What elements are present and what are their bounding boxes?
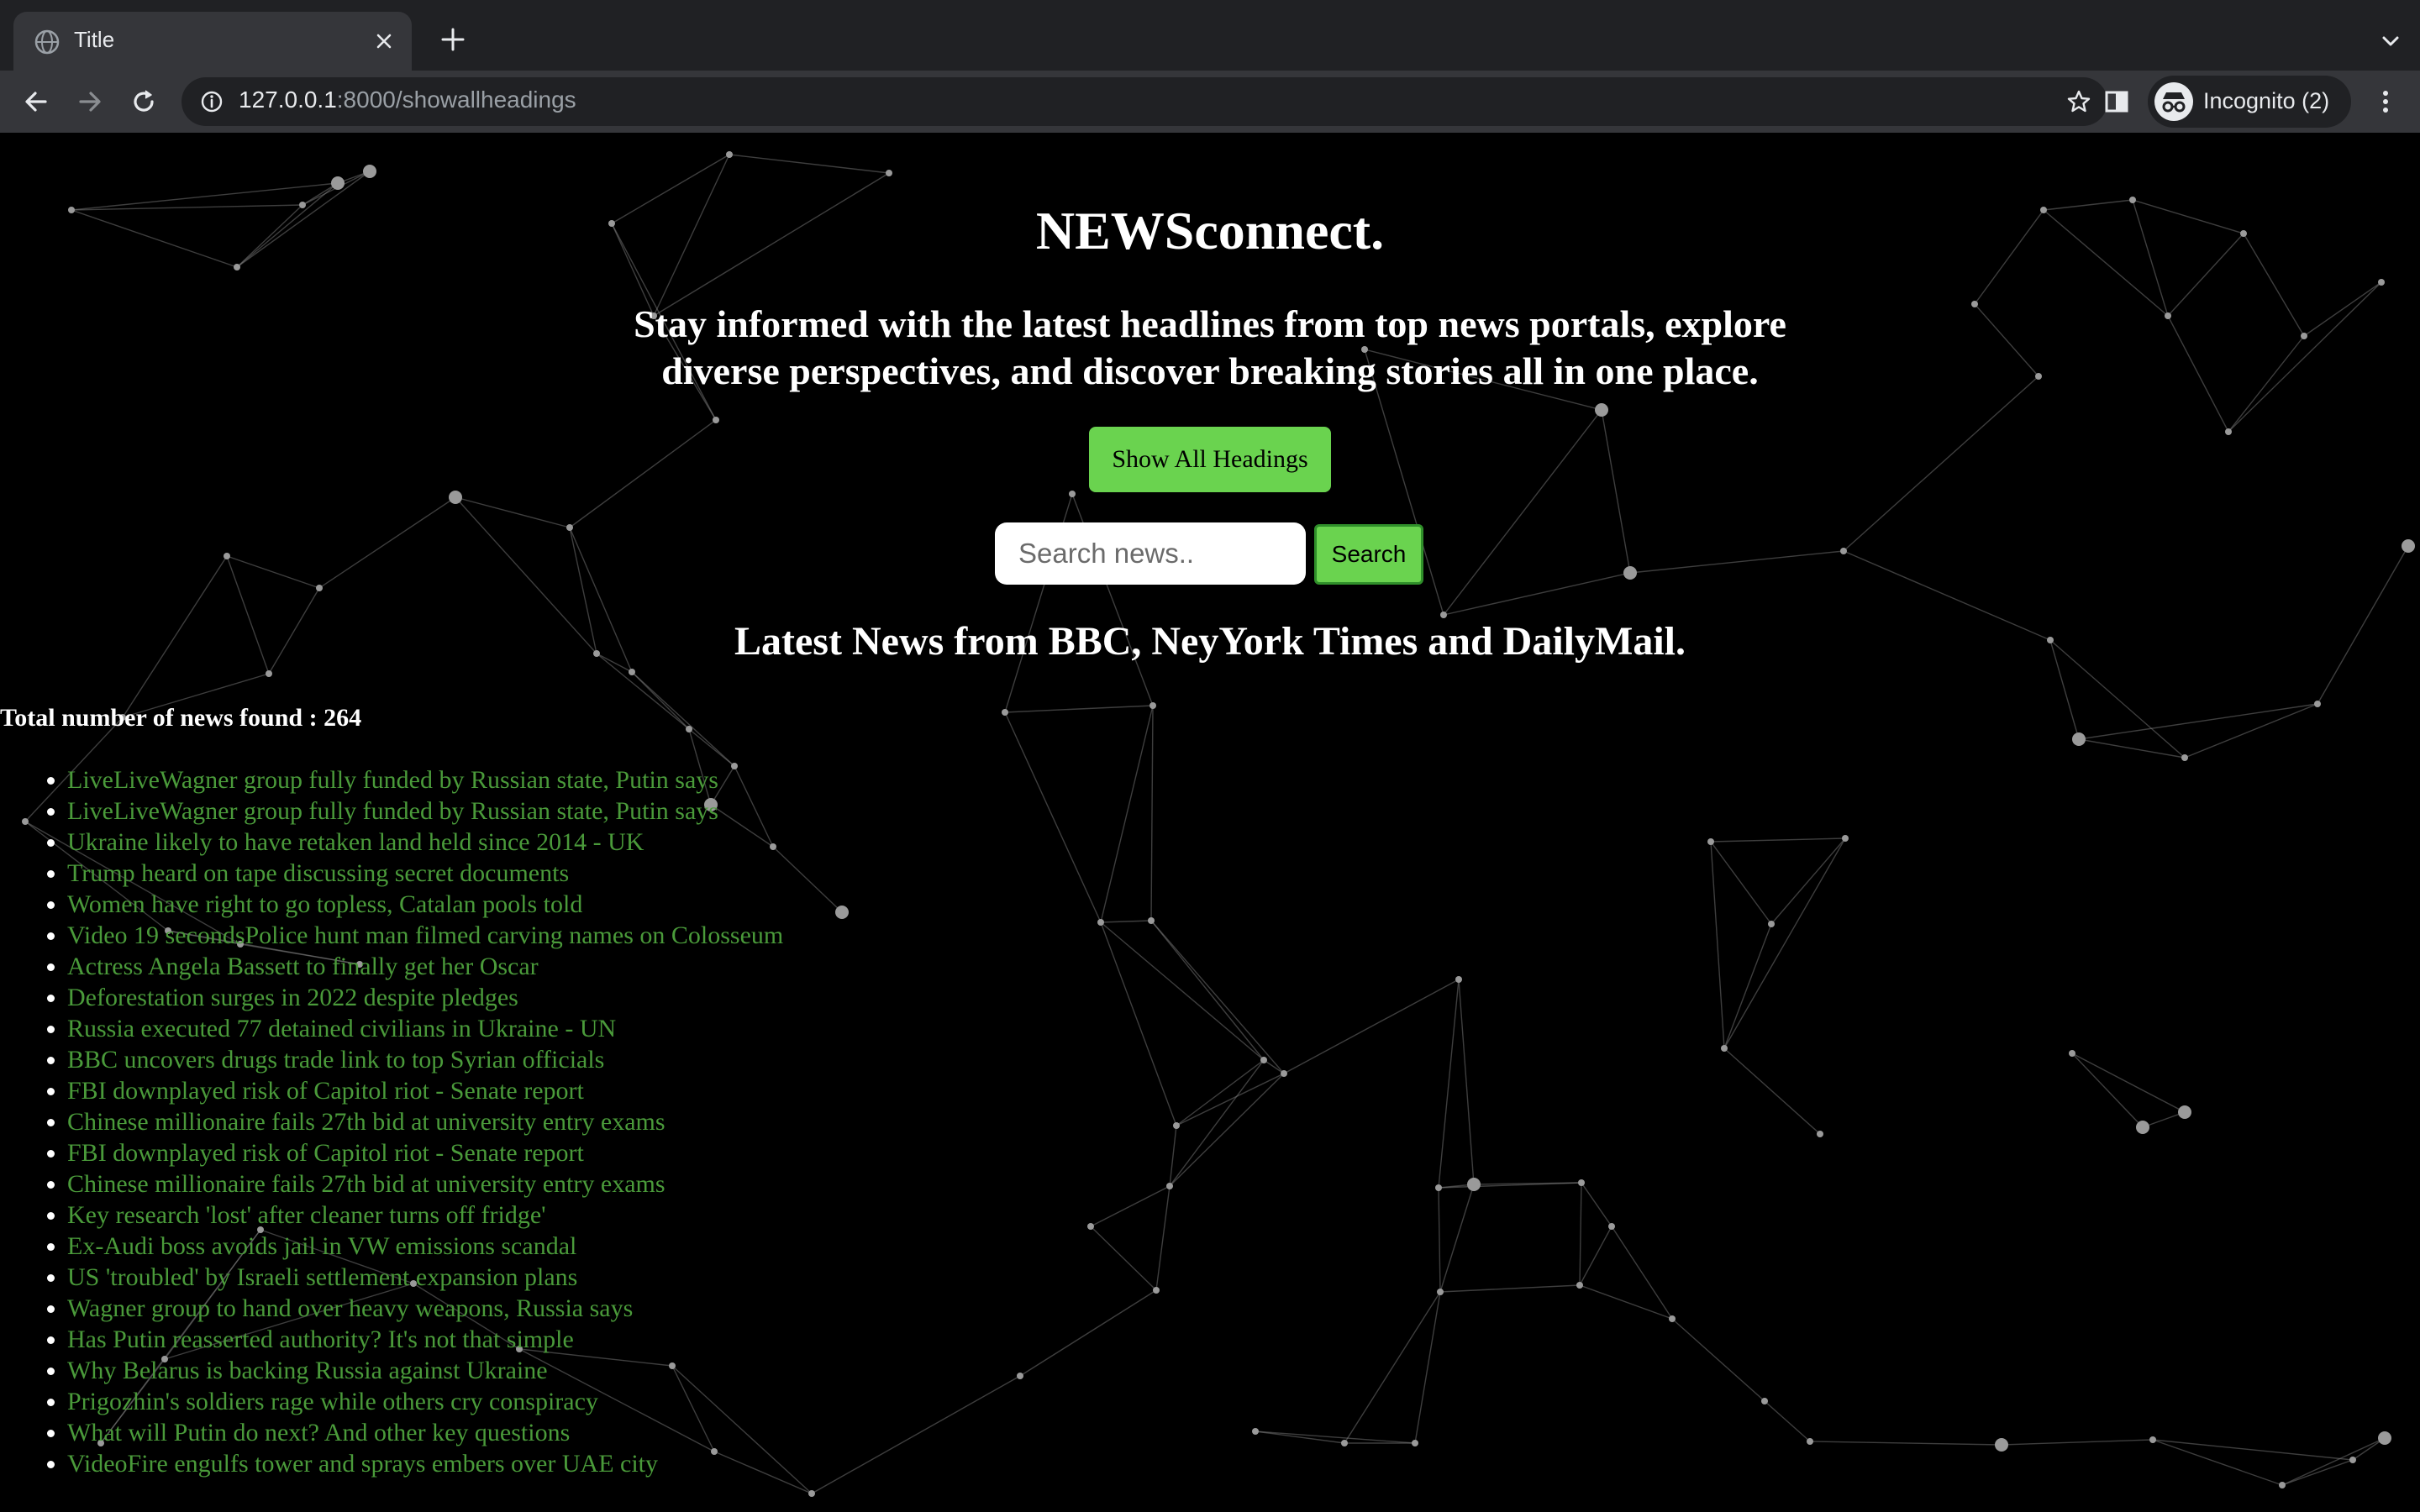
news-headline-link[interactable]: LiveLiveWagner group fully funded by Rus… xyxy=(67,797,718,825)
reload-icon[interactable] xyxy=(128,86,160,118)
star-icon[interactable] xyxy=(2065,88,2092,115)
list-item: Prigozhin's soldiers rage while others c… xyxy=(67,1386,783,1417)
section-heading: Latest News from BBC, NeyYork Times and … xyxy=(734,619,1686,664)
list-item: FBI downplayed risk of Capitol riot - Se… xyxy=(67,1137,783,1168)
news-headline-link[interactable]: Chinese millionaire fails 27th bid at un… xyxy=(67,1108,666,1136)
list-item: Deforestation surges in 2022 despite ple… xyxy=(67,982,783,1013)
news-headline-link[interactable]: Why Belarus is backing Russia against Uk… xyxy=(67,1357,548,1384)
list-item: Wagner group to hand over heavy weapons,… xyxy=(67,1293,783,1324)
list-item: FBI downplayed risk of Capitol riot - Se… xyxy=(67,1075,783,1106)
list-item: Women have right to go topless, Catalan … xyxy=(67,889,783,920)
incognito-icon xyxy=(2154,82,2193,121)
news-headline-link[interactable]: VideoFire engulfs tower and sprays ember… xyxy=(67,1450,658,1478)
list-item: Video 19 secondsPolice hunt man filmed c… xyxy=(67,920,783,951)
list-item: BBC uncovers drugs trade link to top Syr… xyxy=(67,1044,783,1075)
address-bar[interactable]: 127.0.0.1:8000/showallheadings xyxy=(182,77,2107,126)
globe-icon xyxy=(34,29,60,55)
news-headline-link[interactable]: Women have right to go topless, Catalan … xyxy=(67,890,582,918)
news-headline-link[interactable]: What will Putin do next? And other key q… xyxy=(67,1419,570,1446)
tab-strip: Title xyxy=(0,0,2420,71)
news-headline-link[interactable]: BBC uncovers drugs trade link to top Syr… xyxy=(67,1046,604,1074)
list-item: Russia executed 77 detained civilians in… xyxy=(67,1013,783,1044)
news-headline-link[interactable]: FBI downplayed risk of Capitol riot - Se… xyxy=(67,1139,584,1167)
site-title: NEWSconnect. xyxy=(1035,201,1385,260)
browser-tab[interactable]: Title xyxy=(13,12,412,71)
news-headline-link[interactable]: US 'troubled' by Israeli settlement expa… xyxy=(67,1263,577,1291)
plus-icon[interactable] xyxy=(439,25,467,54)
show-all-headings-button[interactable]: Show All Headings xyxy=(1089,427,1331,492)
news-headline-link[interactable]: Trump heard on tape discussing secret do… xyxy=(67,859,569,887)
list-item: Key research 'lost' after cleaner turns … xyxy=(67,1200,783,1231)
list-item: Ex-Audi boss avoids jail in VW emissions… xyxy=(67,1231,783,1262)
list-item: LiveLiveWagner group fully funded by Rus… xyxy=(67,764,783,795)
news-headline-link[interactable]: Prigozhin's soldiers rage while others c… xyxy=(67,1388,598,1415)
list-item: Has Putin reasserted authority? It's not… xyxy=(67,1324,783,1355)
kebab-menu-icon[interactable] xyxy=(2370,86,2402,118)
news-headline-link[interactable]: FBI downplayed risk of Capitol riot - Se… xyxy=(67,1077,584,1105)
close-icon[interactable] xyxy=(371,29,397,54)
browser-toolbar: 127.0.0.1:8000/showallheadings Incognito… xyxy=(0,71,2420,133)
list-item: Chinese millionaire fails 27th bid at un… xyxy=(67,1106,783,1137)
search-input[interactable] xyxy=(995,522,1306,585)
page-content: NEWSconnect. Stay informed with the late… xyxy=(0,133,2420,1512)
news-headline-link[interactable]: Ukraine likely to have retaken land held… xyxy=(67,828,644,856)
tab-title: Title xyxy=(74,27,115,52)
chevron-down-icon[interactable] xyxy=(2378,29,2403,54)
url-text[interactable]: 127.0.0.1:8000/showallheadings xyxy=(239,87,576,113)
total-news-count: Total number of news found : 264 xyxy=(0,704,362,732)
back-arrow-icon[interactable] xyxy=(20,86,52,118)
list-item: Actress Angela Bassett to finally get he… xyxy=(67,951,783,982)
incognito-label: Incognito (2) xyxy=(2203,88,2330,113)
side-panel-icon[interactable] xyxy=(2101,86,2133,118)
news-headline-link[interactable]: LiveLiveWagner group fully funded by Rus… xyxy=(67,766,718,794)
news-list: LiveLiveWagner group fully funded by Rus… xyxy=(0,764,783,1479)
forward-arrow-icon[interactable] xyxy=(74,86,106,118)
page-viewport: NEWSconnect. Stay informed with the late… xyxy=(0,133,2420,1512)
info-icon[interactable] xyxy=(200,90,224,113)
news-headline-link[interactable]: Russia executed 77 detained civilians in… xyxy=(67,1015,616,1042)
url-host: 127.0.0.1 xyxy=(239,87,337,113)
list-item: Ukraine likely to have retaken land held… xyxy=(67,827,783,858)
list-item: Trump heard on tape discussing secret do… xyxy=(67,858,783,889)
list-item: US 'troubled' by Israeli settlement expa… xyxy=(67,1262,783,1293)
list-item: Why Belarus is backing Russia against Uk… xyxy=(67,1355,783,1386)
news-headline-link[interactable]: Actress Angela Bassett to finally get he… xyxy=(67,953,539,980)
incognito-profile-button[interactable]: Incognito (2) xyxy=(2148,76,2351,128)
news-headline-link[interactable]: Chinese millionaire fails 27th bid at un… xyxy=(67,1170,666,1198)
list-item: VideoFire engulfs tower and sprays ember… xyxy=(67,1448,783,1479)
news-headline-link[interactable]: Has Putin reasserted authority? It's not… xyxy=(67,1326,574,1353)
news-headline-link[interactable]: Ex-Audi boss avoids jail in VW emissions… xyxy=(67,1232,576,1260)
news-headline-link[interactable]: Wagner group to hand over heavy weapons,… xyxy=(67,1294,633,1322)
list-item: Chinese millionaire fails 27th bid at un… xyxy=(67,1168,783,1200)
list-item: LiveLiveWagner group fully funded by Rus… xyxy=(67,795,783,827)
url-path: :8000/showallheadings xyxy=(336,87,576,113)
search-button[interactable]: Search xyxy=(1314,524,1423,585)
tagline: Stay informed with the latest headlines … xyxy=(634,302,1786,392)
news-headline-link[interactable]: Key research 'lost' after cleaner turns … xyxy=(67,1201,546,1229)
news-headline-link[interactable]: Video 19 secondsPolice hunt man filmed c… xyxy=(67,921,783,949)
list-item: What will Putin do next? And other key q… xyxy=(67,1417,783,1448)
news-headline-link[interactable]: Deforestation surges in 2022 despite ple… xyxy=(67,984,518,1011)
